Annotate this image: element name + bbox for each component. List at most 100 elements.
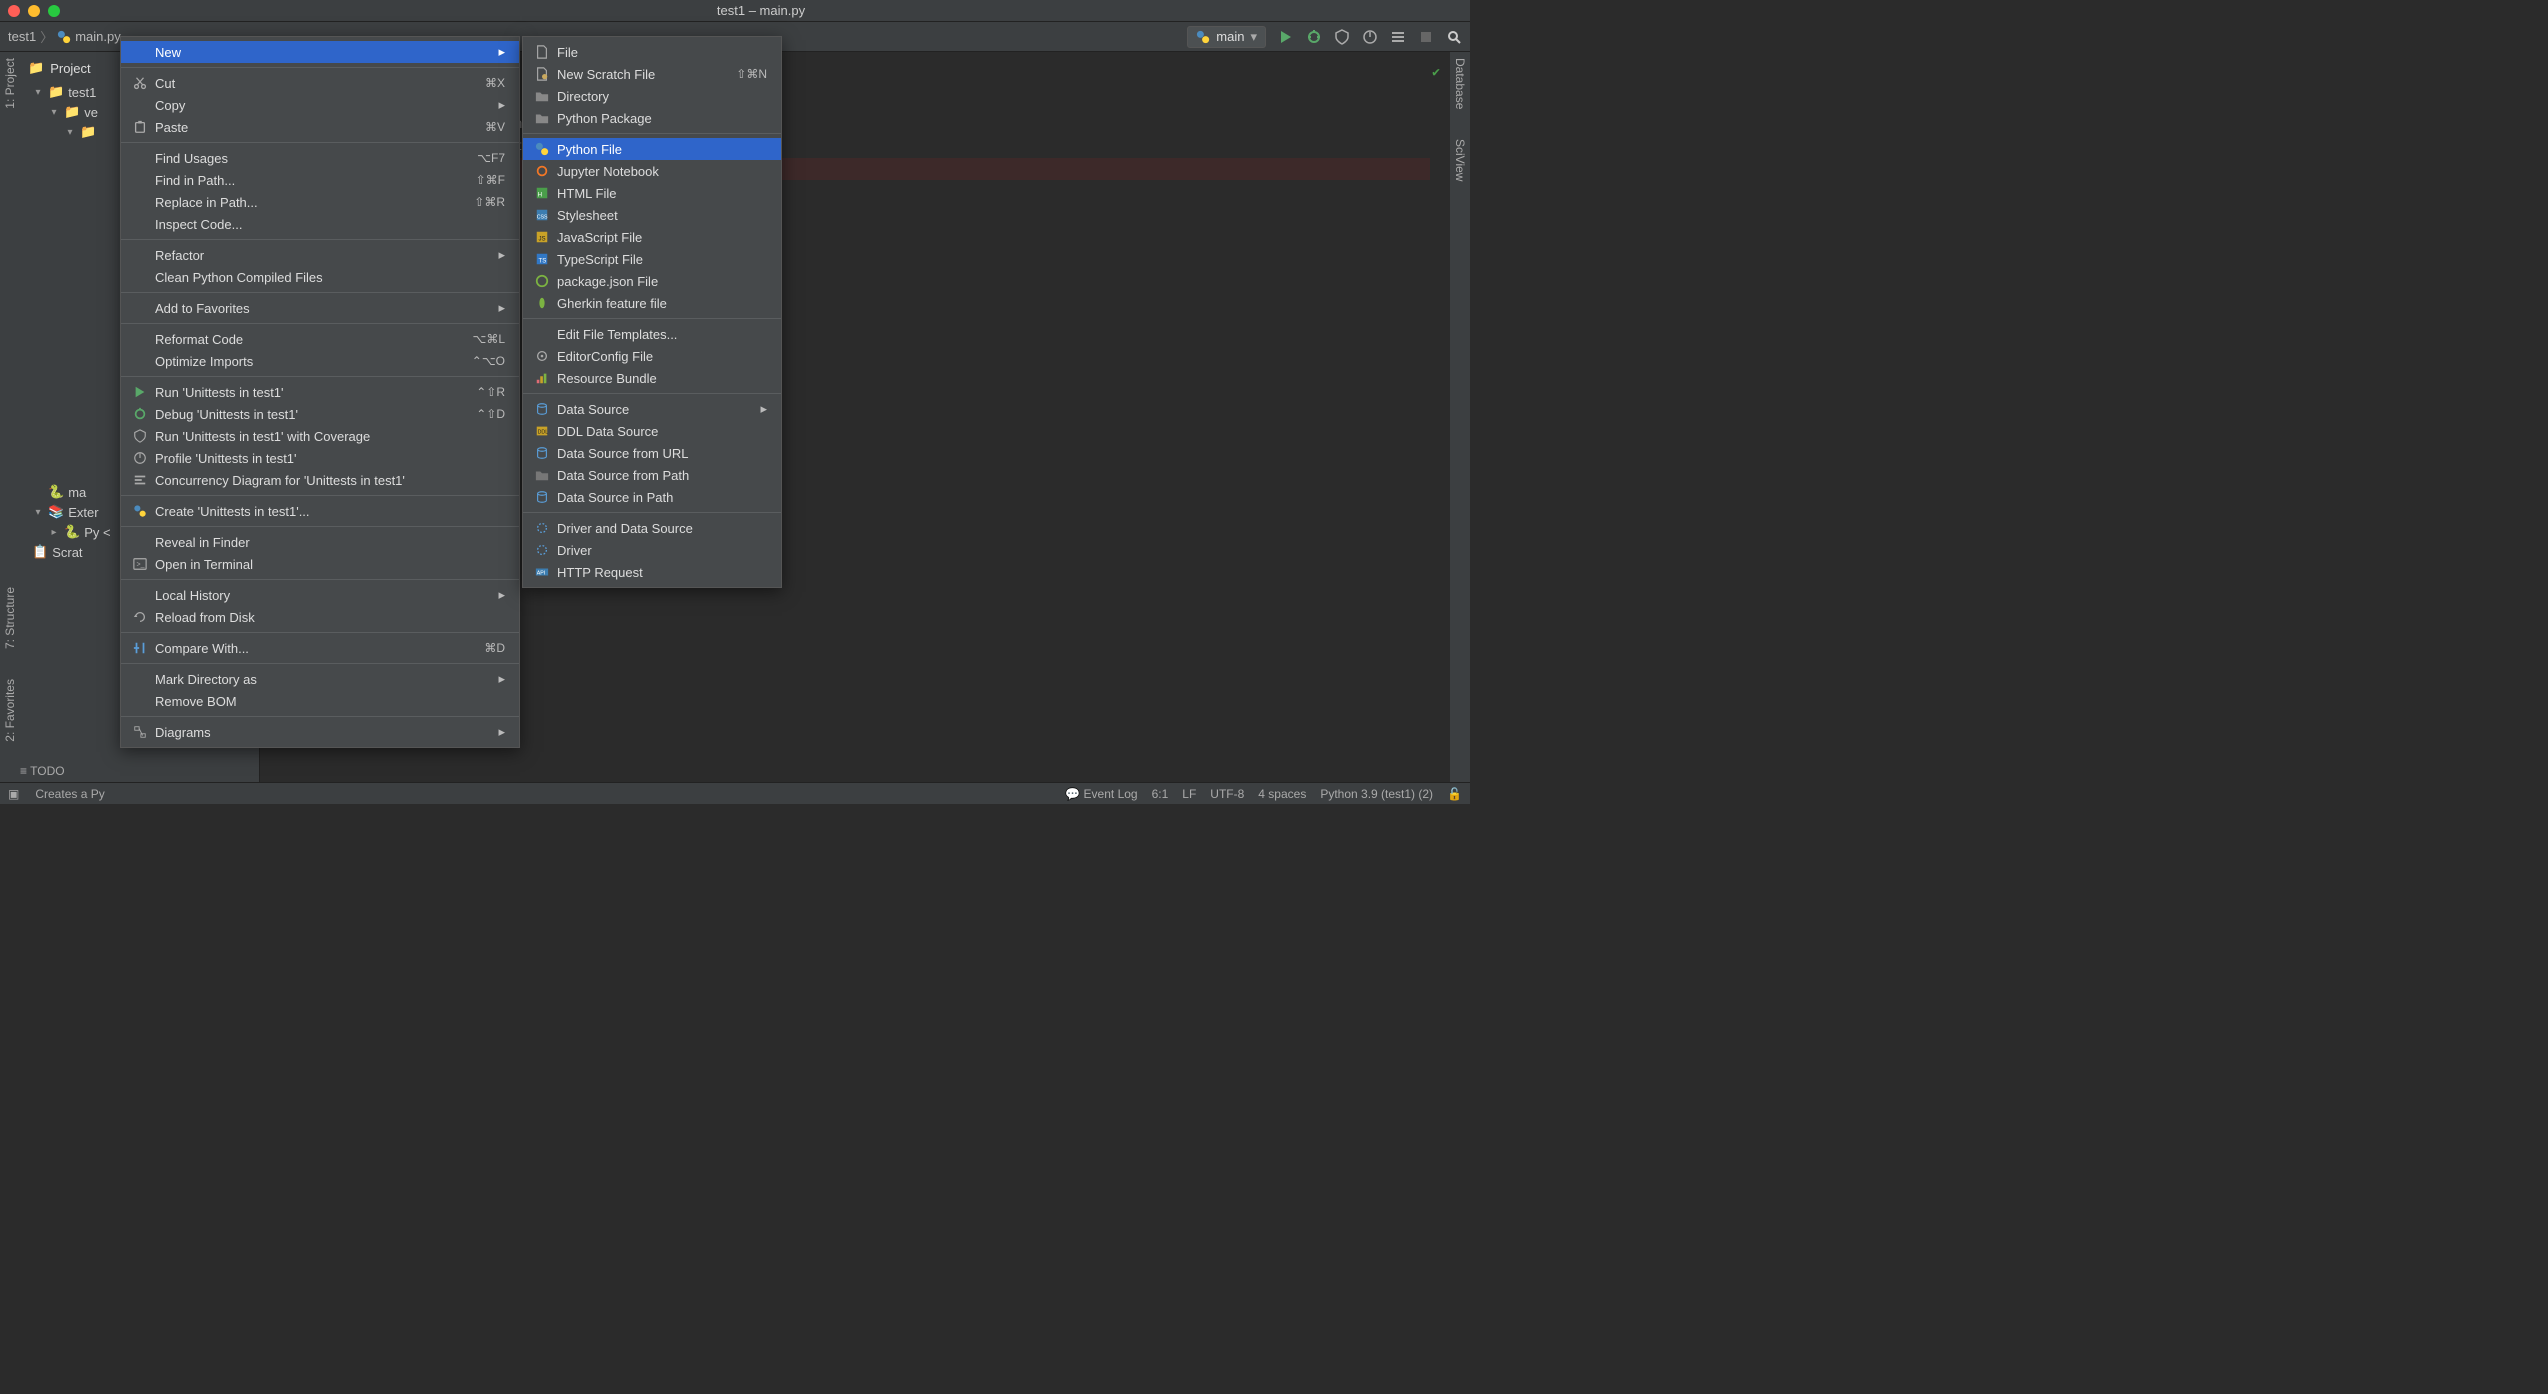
blank-icon (131, 353, 149, 369)
menu-item-label: Optimize Imports (155, 354, 452, 369)
menu-item-label: Create 'Unittests in test1'... (155, 504, 505, 519)
menu-item-find-in-path[interactable]: Find in Path...⇧⌘F (121, 169, 519, 191)
stop-icon[interactable] (1418, 29, 1434, 45)
structure-tool-tab[interactable]: 7: Structure (3, 587, 17, 649)
menu-item-paste[interactable]: Paste⌘V (121, 116, 519, 138)
menu-item-label: Concurrency Diagram for 'Unittests in te… (155, 473, 505, 488)
menu-item-diagrams[interactable]: Diagrams▸ (121, 721, 519, 743)
menu-item-cut[interactable]: Cut⌘X (121, 72, 519, 94)
menu-item-new-scratch-file[interactable]: New Scratch File⇧⌘N (523, 63, 781, 85)
breadcrumb-file[interactable]: main.py (75, 29, 121, 44)
menu-item-run-unittests-in-test1[interactable]: Run 'Unittests in test1'⌃⇧R (121, 381, 519, 403)
menu-item-add-to-favorites[interactable]: Add to Favorites▸ (121, 297, 519, 319)
python-file-icon: 🐍 (48, 484, 64, 500)
close-window-button[interactable] (8, 5, 20, 17)
library-icon: 📚 (48, 504, 64, 520)
menu-item-reformat-code[interactable]: Reformat Code⌥⌘L (121, 328, 519, 350)
menu-item-mark-directory-as[interactable]: Mark Directory as▸ (121, 668, 519, 690)
quick-panel-icon[interactable]: ▣ (8, 787, 19, 801)
menu-item-driver-and-data-source[interactable]: Driver and Data Source (523, 517, 781, 539)
menu-item-remove-bom[interactable]: Remove BOM (121, 690, 519, 712)
coverage-icon[interactable] (1334, 29, 1350, 45)
folder-icon: 📁 (28, 60, 44, 76)
new-submenu[interactable]: FileNew Scratch File⇧⌘NDirectoryPython P… (522, 36, 782, 588)
menu-item-clean-python-compiled-files[interactable]: Clean Python Compiled Files (121, 266, 519, 288)
menu-item-label: Diagrams (155, 725, 488, 740)
menu-item-label: Python File (557, 142, 767, 157)
menu-item-inspect-code[interactable]: Inspect Code... (121, 213, 519, 235)
menu-item-data-source-from-path[interactable]: Data Source from Path (523, 464, 781, 486)
menu-item-reveal-in-finder[interactable]: Reveal in Finder (121, 531, 519, 553)
menu-item-profile-unittests-in-test1[interactable]: Profile 'Unittests in test1' (121, 447, 519, 469)
search-icon[interactable] (1446, 29, 1462, 45)
concurrency-icon[interactable] (1390, 29, 1406, 45)
menu-item-optimize-imports[interactable]: Optimize Imports⌃⌥O (121, 350, 519, 372)
menu-item-gherkin-feature-file[interactable]: Gherkin feature file (523, 292, 781, 314)
menu-item-python-file[interactable]: Python File (523, 138, 781, 160)
breadcrumb-project[interactable]: test1 (8, 29, 36, 44)
breadcrumb[interactable]: test1 〉 main.py (8, 27, 121, 46)
sidebar-title: Project (50, 61, 90, 76)
status-bar: ▣ Creates a Py 💬 Event Log 6:1 LF UTF-8 … (0, 782, 1470, 804)
menu-item-create-unittests-in-test1[interactable]: Create 'Unittests in test1'... (121, 500, 519, 522)
menu-item-ddl-data-source[interactable]: DDLDDL Data Source (523, 420, 781, 442)
menu-item-resource-bundle[interactable]: Resource Bundle (523, 367, 781, 389)
menu-item-open-in-terminal[interactable]: >_Open in Terminal (121, 553, 519, 575)
menu-item-refactor[interactable]: Refactor▸ (121, 244, 519, 266)
menu-item-run-unittests-in-test1-with-coverage[interactable]: Run 'Unittests in test1' with Coverage (121, 425, 519, 447)
event-log-button[interactable]: 💬 Event Log (1065, 787, 1137, 801)
menu-item-edit-file-templates[interactable]: Edit File Templates... (523, 323, 781, 345)
menu-item-stylesheet[interactable]: CSSStylesheet (523, 204, 781, 226)
file-encoding[interactable]: UTF-8 (1210, 787, 1244, 801)
menu-item-package-json-file[interactable]: package.json File (523, 270, 781, 292)
menu-separator (121, 579, 519, 580)
menu-item-typescript-file[interactable]: TSTypeScript File (523, 248, 781, 270)
diagram-icon (131, 724, 149, 740)
sciview-tool-tab[interactable]: SciView (1453, 139, 1467, 181)
menu-item-reload-from-disk[interactable]: Reload from Disk (121, 606, 519, 628)
menu-item-html-file[interactable]: HHTML File (523, 182, 781, 204)
context-menu[interactable]: New▸ Cut⌘XCopy▸Paste⌘V Find Usages⌥F7Find … (120, 36, 520, 748)
interpreter-info[interactable]: Python 3.9 (test1) (2) (1320, 787, 1433, 801)
menu-item-data-source-in-path[interactable]: Data Source in Path (523, 486, 781, 508)
menu-item-copy[interactable]: Copy▸ (121, 94, 519, 116)
menu-item-driver[interactable]: Driver (523, 539, 781, 561)
debug-icon (131, 406, 149, 422)
menu-item-python-package[interactable]: Python Package (523, 107, 781, 129)
database-tool-tab[interactable]: Database (1453, 58, 1467, 109)
menu-item-editorconfig-file[interactable]: EditorConfig File (523, 345, 781, 367)
menu-item-http-request[interactable]: APIHTTP Request (523, 561, 781, 583)
run-icon[interactable] (1278, 29, 1294, 45)
minimize-window-button[interactable] (28, 5, 40, 17)
caret-position[interactable]: 6:1 (1152, 787, 1169, 801)
menu-item-file[interactable]: File (523, 41, 781, 63)
favorites-tool-tab[interactable]: 2: Favorites (3, 679, 17, 742)
menu-item-label: Stylesheet (557, 208, 767, 223)
menu-separator (121, 632, 519, 633)
menu-item-concurrency-diagram-for-unittests-in-test1[interactable]: Concurrency Diagram for 'Unittests in te… (121, 469, 519, 491)
menu-item-compare-with[interactable]: Compare With...⌘D (121, 637, 519, 659)
menu-item-find-usages[interactable]: Find Usages⌥F7 (121, 147, 519, 169)
menu-item-new[interactable]: New▸ (121, 41, 519, 63)
line-separator[interactable]: LF (1182, 787, 1196, 801)
menu-item-replace-in-path[interactable]: Replace in Path...⇧⌘R (121, 191, 519, 213)
project-tool-tab[interactable]: 1: Project (3, 58, 17, 109)
indent-info[interactable]: 4 spaces (1258, 787, 1306, 801)
menu-item-jupyter-notebook[interactable]: Jupyter Notebook (523, 160, 781, 182)
menu-separator (121, 239, 519, 240)
svg-text:>_: >_ (137, 562, 145, 569)
submenu-arrow-icon: ▸ (760, 401, 767, 417)
menu-item-local-history[interactable]: Local History▸ (121, 584, 519, 606)
menu-item-directory[interactable]: Directory (523, 85, 781, 107)
menu-item-javascript-file[interactable]: JSJavaScript File (523, 226, 781, 248)
run-configuration-selector[interactable]: main ▾ (1187, 26, 1266, 48)
menu-item-data-source[interactable]: Data Source▸ (523, 398, 781, 420)
window-controls (8, 5, 60, 17)
menu-item-data-source-from-url[interactable]: Data Source from URL (523, 442, 781, 464)
profile-icon[interactable] (1362, 29, 1378, 45)
menu-item-debug-unittests-in-test1[interactable]: Debug 'Unittests in test1'⌃⇧D (121, 403, 519, 425)
maximize-window-button[interactable] (48, 5, 60, 17)
todo-tab[interactable]: ≡ TODO (20, 764, 65, 778)
debug-icon[interactable] (1306, 29, 1322, 45)
lock-icon[interactable]: 🔓 (1447, 787, 1462, 801)
